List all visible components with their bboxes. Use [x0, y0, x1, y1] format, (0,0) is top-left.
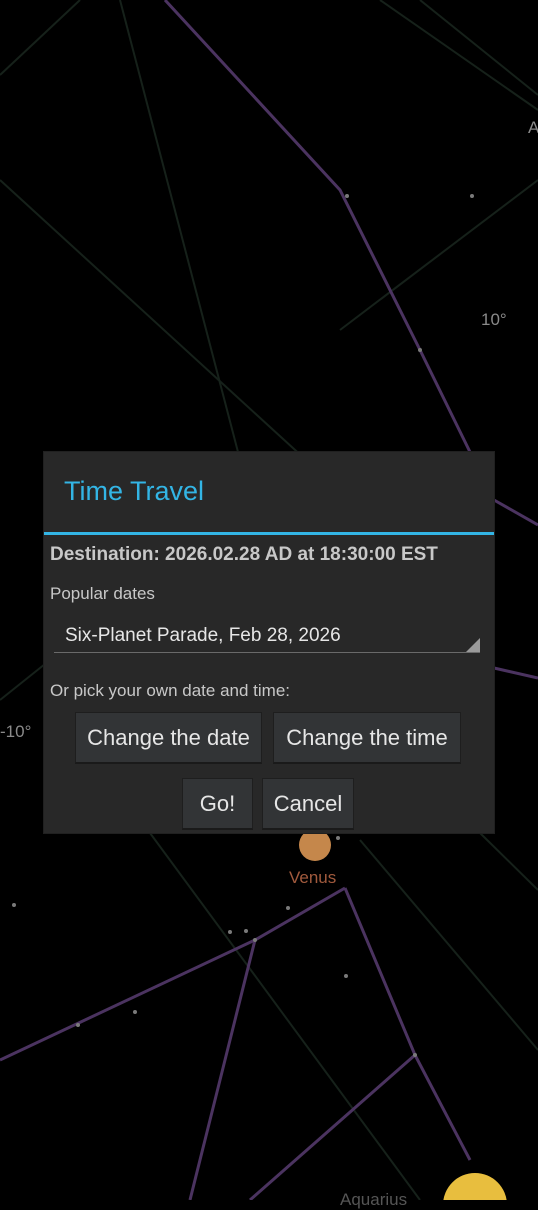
grid-label-10: 10° — [481, 310, 507, 329]
jupiter-planet[interactable] — [443, 1173, 507, 1200]
dropdown-arrow-icon — [466, 638, 480, 652]
popular-dates-label: Popular dates — [50, 584, 155, 603]
grid-label-minus-10: -10° — [0, 722, 32, 741]
venus-planet[interactable] — [299, 829, 331, 861]
destination-text: Destination: 2026.02.28 AD at 18:30:00 E… — [50, 544, 438, 565]
cancel-button[interactable]: Cancel — [262, 778, 354, 830]
popular-dates-dropdown[interactable]: Six-Planet Parade, Feb 28, 2026 — [54, 612, 480, 653]
change-time-button[interactable]: Change the time — [273, 712, 461, 764]
popular-dates-selected-value: Six-Planet Parade, Feb 28, 2026 — [65, 625, 341, 646]
constellation-label-bottom: Aquarius — [340, 1190, 408, 1209]
title-divider — [44, 532, 494, 535]
venus-label: Venus — [289, 868, 337, 887]
time-travel-dialog: Time Travel Destination: 2026.02.28 AD a… — [44, 452, 494, 833]
dialog-title: Time Travel — [64, 476, 205, 506]
go-button[interactable]: Go! — [182, 778, 253, 830]
sky-label-partial-a: A — [528, 118, 538, 137]
pick-own-date-label: Or pick your own date and time: — [50, 681, 291, 700]
change-date-button[interactable]: Change the date — [75, 712, 262, 764]
